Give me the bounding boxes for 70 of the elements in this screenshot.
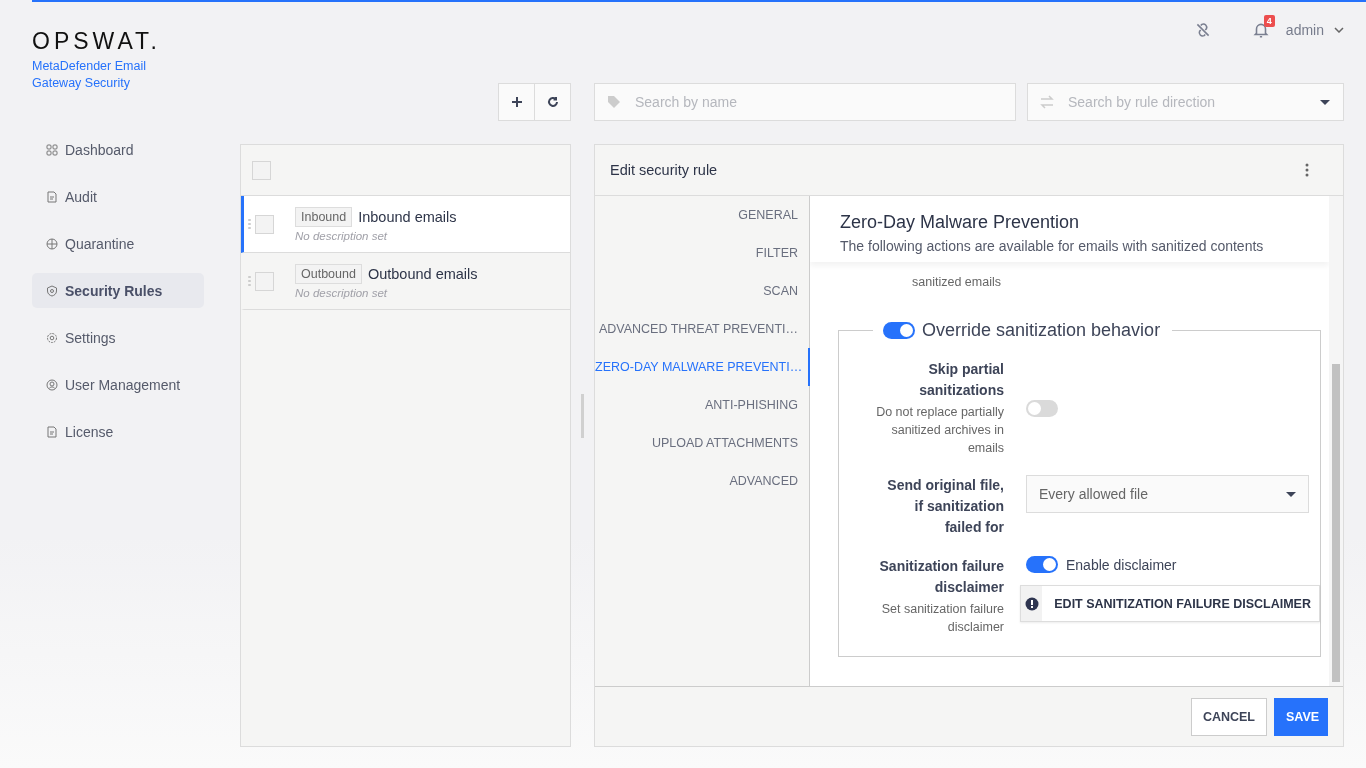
globe-icon: [46, 237, 58, 250]
user-icon: [46, 378, 58, 391]
file-select[interactable]: Every allowed file: [1026, 475, 1309, 513]
direction-tag: Inbound: [295, 206, 353, 227]
sidebar-item[interactable]: Audit: [32, 179, 204, 214]
document-icon: [46, 190, 58, 203]
section-tab[interactable]: GENERAL: [595, 196, 809, 234]
sidebar-item[interactable]: Dashboard: [32, 132, 204, 167]
sidebar-item[interactable]: Quarantine: [32, 226, 204, 261]
resize-handle[interactable]: [581, 393, 584, 438]
override-toggle[interactable]: [883, 322, 915, 339]
sidebar-item[interactable]: User Management: [32, 367, 204, 402]
section-tab[interactable]: ADVANCED: [595, 462, 809, 500]
chevron-down-icon: [1334, 27, 1344, 33]
override-label: Override sanitization behavior: [922, 320, 1161, 341]
rule-name: Inbound emails: [358, 208, 457, 225]
rule-description: No description set: [295, 229, 389, 242]
user-menu[interactable]: admin: [1285, 22, 1324, 38]
refresh-icon: [546, 96, 559, 108]
rule-description: No description set: [295, 286, 389, 299]
refresh-button[interactable]: [534, 83, 571, 121]
add-button[interactable]: [498, 83, 535, 121]
panel-title: Edit security rule: [610, 162, 718, 178]
row-checkbox[interactable]: [255, 271, 274, 291]
more-icon[interactable]: [1305, 163, 1309, 177]
plus-icon: [510, 96, 523, 108]
drag-handle[interactable]: [248, 218, 251, 230]
tag-icon: [607, 95, 621, 109]
field-label: Skip partial sanitizations: [918, 360, 1004, 400]
section-description: The following actions are available for emails with sanitized contents: [840, 238, 1265, 254]
rule-row[interactable]: Outbound Outbound emails No description set: [241, 253, 570, 310]
field-label: Send original file, if sanitization failed for: [886, 476, 1004, 537]
section-tab[interactable]: ADVANCED THREAT PREVENTI…: [595, 310, 809, 348]
scrollbar-thumb[interactable]: [1332, 364, 1340, 682]
grid-icon: [46, 143, 58, 156]
rule-row[interactable]: Inbound Inbound emails No description set: [241, 196, 570, 253]
rule-name: Outbound emails: [367, 265, 478, 282]
select-all-checkbox[interactable]: [252, 160, 271, 180]
save-button[interactable]: SAVE: [1274, 697, 1328, 736]
caret-icon: [1320, 100, 1330, 105]
gear-icon: [46, 331, 58, 344]
sidebar-item[interactable]: License: [32, 414, 204, 449]
section-tab[interactable]: ANTI-PHISHING: [595, 386, 809, 424]
sidebar-item[interactable]: Security Rules: [32, 273, 204, 308]
product-name: MetaDefender Email Gateway Security: [32, 58, 147, 92]
drag-handle[interactable]: [248, 275, 251, 287]
edit-disclaimer-button[interactable]: EDIT SANITIZATION FAILURE DISCLAIMER: [1020, 585, 1320, 622]
toggle-switch[interactable]: [1026, 556, 1058, 573]
section-tab[interactable]: UPLOAD ATTACHMENTS: [595, 424, 809, 462]
field-label: Sanitization failure disclaimer: [878, 557, 1004, 597]
direction-dropdown[interactable]: Search by rule direction: [1027, 83, 1344, 121]
field-hint: Set sanitization failure disclaimer: [880, 601, 1004, 636]
sidebar-item[interactable]: Settings: [32, 320, 204, 355]
field-hint: Do not replace partially sanitized archives in emails: [875, 404, 1004, 457]
notification-badge: 4: [1263, 15, 1275, 27]
search-field[interactable]: Search by name: [594, 83, 1016, 121]
section-tab[interactable]: SCAN: [595, 272, 809, 310]
row-checkbox[interactable]: [255, 214, 274, 234]
section-heading: Zero-Day Malware Prevention: [840, 212, 1081, 233]
cancel-button[interactable]: CANCEL: [1190, 697, 1267, 736]
toggle-label: Enable disclaimer: [1066, 556, 1177, 573]
section-tab[interactable]: FILTER: [595, 234, 809, 272]
swap-icon: [1040, 95, 1054, 109]
toggle-switch[interactable]: [1026, 399, 1058, 417]
logo: OPSWAT.: [32, 30, 162, 52]
direction-tag: Outbound: [295, 263, 362, 284]
alert-icon: [1024, 596, 1039, 611]
document-icon: [46, 425, 58, 438]
shield-icon: [46, 284, 58, 297]
field-hint: sanitized emails: [912, 275, 1001, 289]
